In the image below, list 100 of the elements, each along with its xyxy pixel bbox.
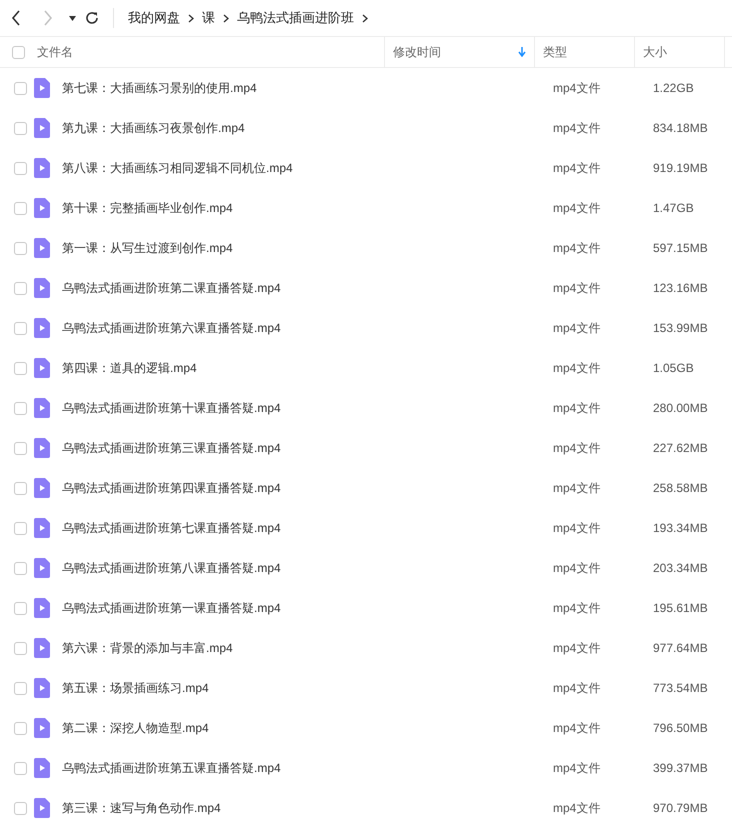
file-row[interactable]: 乌鸭法式插画进阶班第三课直播答疑.mp4 mp4文件 227.62MB (0, 428, 732, 468)
file-type: mp4文件 (552, 120, 602, 137)
chevron-right-icon (223, 14, 229, 22)
caret-icon[interactable] (69, 16, 76, 20)
file-name: 第六课：背景的添加与丰富.mp4 (62, 640, 234, 657)
checkbox[interactable] (14, 122, 26, 134)
file-name: 乌鸭法式插画进阶班第一课直播答疑.mp4 (62, 600, 282, 617)
file-type: mp4文件 (552, 400, 602, 417)
file-size: 1.47GB (652, 200, 695, 217)
file-size: 970.79MB (652, 800, 709, 817)
file-row[interactable]: 第三课：速写与角色动作.mp4 mp4文件 970.79MB (0, 788, 732, 827)
file-row[interactable]: 乌鸭法式插画进阶班第五课直播答疑.mp4 mp4文件 399.37MB (0, 748, 732, 788)
video-file-icon (34, 358, 50, 378)
file-size: 597.15MB (652, 240, 709, 257)
video-file-icon (34, 798, 50, 818)
file-name: 乌鸭法式插画进阶班第八课直播答疑.mp4 (62, 560, 282, 577)
checkbox[interactable] (14, 642, 26, 654)
file-size: 227.62MB (652, 440, 709, 457)
file-type: mp4文件 (552, 280, 602, 297)
file-row[interactable]: 乌鸭法式插画进阶班第四课直播答疑.mp4 mp4文件 258.58MB (0, 468, 732, 508)
breadcrumb-item[interactable]: 乌鸭法式插画进阶班 (237, 8, 354, 28)
file-row[interactable]: 第九课：大插画练习夜景创作.mp4 mp4文件 834.18MB (0, 108, 732, 148)
file-row[interactable]: 乌鸭法式插画进阶班第七课直播答疑.mp4 mp4文件 193.34MB (0, 508, 732, 548)
file-row[interactable]: 第七课：大插画练习景别的使用.mp4 mp4文件 1.22GB (0, 68, 732, 108)
video-file-icon (34, 318, 50, 338)
file-name: 第五课：场景插画练习.mp4 (62, 680, 210, 697)
sort-down-icon[interactable] (518, 47, 526, 57)
breadcrumb-item[interactable]: 我的网盘 (128, 8, 180, 28)
checkbox[interactable] (14, 602, 26, 614)
refresh-icon[interactable] (85, 11, 99, 25)
column-label: 修改时间 (393, 44, 441, 61)
file-row[interactable]: 第一课：从写生过渡到创作.mp4 mp4文件 597.15MB (0, 228, 732, 268)
file-name: 第一课：从写生过渡到创作.mp4 (62, 240, 234, 257)
checkbox[interactable] (14, 562, 26, 574)
file-name: 乌鸭法式插画进阶班第七课直播答疑.mp4 (62, 520, 282, 537)
checkbox[interactable] (14, 722, 26, 734)
file-row[interactable]: 乌鸭法式插画进阶班第六课直播答疑.mp4 mp4文件 153.99MB (0, 308, 732, 348)
file-type: mp4文件 (552, 200, 602, 217)
checkbox[interactable] (14, 362, 26, 374)
file-name: 乌鸭法式插画进阶班第六课直播答疑.mp4 (62, 320, 282, 337)
file-type: mp4文件 (552, 160, 602, 177)
video-file-icon (34, 238, 50, 258)
checkbox[interactable] (14, 762, 26, 774)
checkbox[interactable] (14, 242, 26, 254)
file-type: mp4文件 (552, 80, 602, 97)
checkbox[interactable] (14, 682, 26, 694)
video-file-icon (34, 598, 50, 618)
file-name: 第七课：大插画练习景别的使用.mp4 (62, 80, 258, 97)
checkbox[interactable] (14, 402, 26, 414)
column-header[interactable]: 大小 (635, 37, 725, 67)
back-icon[interactable] (11, 10, 21, 26)
video-file-icon (34, 678, 50, 698)
column-label: 大小 (643, 44, 667, 61)
checkbox[interactable] (14, 82, 26, 94)
file-type: mp4文件 (552, 600, 602, 617)
file-type: mp4文件 (552, 440, 602, 457)
video-file-icon (34, 478, 50, 498)
column-header[interactable]: 文件名 (37, 37, 385, 67)
file-size: 195.61MB (652, 600, 709, 617)
video-file-icon (34, 518, 50, 538)
checkbox[interactable] (14, 442, 26, 454)
file-size: 773.54MB (652, 680, 709, 697)
video-file-icon (34, 278, 50, 298)
chevron-right-icon (188, 14, 194, 22)
file-name: 乌鸭法式插画进阶班第十课直播答疑.mp4 (62, 400, 282, 417)
video-file-icon (34, 718, 50, 738)
file-size: 834.18MB (652, 120, 709, 137)
checkbox[interactable] (14, 322, 26, 334)
video-file-icon (34, 438, 50, 458)
file-type: mp4文件 (552, 480, 602, 497)
checkbox[interactable] (14, 522, 26, 534)
file-row[interactable]: 乌鸭法式插画进阶班第十课直播答疑.mp4 mp4文件 280.00MB (0, 388, 732, 428)
file-row[interactable]: 第四课：道具的逻辑.mp4 mp4文件 1.05GB (0, 348, 732, 388)
file-row[interactable]: 乌鸭法式插画进阶班第一课直播答疑.mp4 mp4文件 195.61MB (0, 588, 732, 628)
file-type: mp4文件 (552, 520, 602, 537)
video-file-icon (34, 198, 50, 218)
breadcrumb-item[interactable]: 课 (202, 8, 215, 28)
file-row[interactable]: 乌鸭法式插画进阶班第二课直播答疑.mp4 mp4文件 123.16MB (0, 268, 732, 308)
file-size: 123.16MB (652, 280, 709, 297)
file-type: mp4文件 (552, 800, 602, 817)
file-row[interactable]: 乌鸭法式插画进阶班第八课直播答疑.mp4 mp4文件 203.34MB (0, 548, 732, 588)
checkbox[interactable] (14, 162, 26, 174)
checkbox[interactable] (12, 46, 25, 58)
column-header[interactable]: 类型 (535, 37, 635, 67)
column-header[interactable]: 修改时间 (385, 37, 535, 67)
file-size: 1.05GB (652, 360, 695, 377)
checkbox[interactable] (14, 282, 26, 294)
checkbox[interactable] (14, 482, 26, 494)
file-row[interactable]: 第八课：大插画练习相同逻辑不同机位.mp4 mp4文件 919.19MB (0, 148, 732, 188)
file-row[interactable]: 第二课：深挖人物造型.mp4 mp4文件 796.50MB (0, 708, 732, 748)
file-name: 乌鸭法式插画进阶班第二课直播答疑.mp4 (62, 280, 282, 297)
file-row[interactable]: 第六课：背景的添加与丰富.mp4 mp4文件 977.64MB (0, 628, 732, 668)
video-file-icon (34, 158, 50, 178)
file-size: 796.50MB (652, 720, 709, 737)
checkbox[interactable] (14, 802, 26, 814)
video-file-icon (34, 78, 50, 98)
checkbox[interactable] (14, 202, 26, 214)
file-row[interactable]: 第十课：完整插画毕业创作.mp4 mp4文件 1.47GB (0, 188, 732, 228)
file-name: 第九课：大插画练习夜景创作.mp4 (62, 120, 246, 137)
file-row[interactable]: 第五课：场景插画练习.mp4 mp4文件 773.54MB (0, 668, 732, 708)
